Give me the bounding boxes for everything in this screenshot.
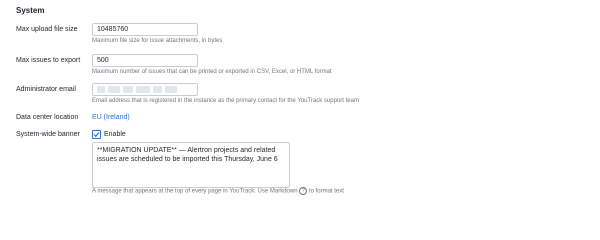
admin-email-input[interactable]	[92, 83, 198, 96]
banner-hint: A message that appears at the top of eve…	[92, 187, 344, 195]
admin-email-hint: Email address that is registered in the …	[92, 98, 359, 104]
banner-hint-suffix: to format text	[308, 188, 344, 195]
banner-textarea[interactable]: **MIGRATION UPDATE** — Alertron projects…	[92, 142, 290, 188]
data-center-link[interactable]: EU (Ireland)	[92, 114, 130, 121]
redacted-block	[97, 86, 105, 93]
banner-hint-text: A message that appears at the top of eve…	[92, 188, 298, 195]
redacted-block	[165, 86, 177, 93]
data-center-label: Data center location	[16, 114, 79, 121]
redacted-block	[136, 86, 150, 93]
upload-size-label: Max upload file size	[16, 26, 78, 33]
redacted-block	[153, 86, 162, 93]
question-circle-icon[interactable]: ?	[299, 187, 308, 195]
upload-size-input[interactable]: 10485760	[92, 23, 198, 36]
export-limit-input[interactable]: 500	[92, 54, 198, 67]
redacted-block	[123, 86, 133, 93]
upload-size-hint: Maximum file size for issue attachments,…	[92, 38, 223, 44]
banner-enable-row[interactable]: Enable	[92, 130, 126, 139]
checkmark-icon	[93, 132, 100, 138]
redacted-block	[108, 86, 120, 93]
banner-enable-label: Enable	[104, 131, 126, 138]
section-title: System	[16, 6, 45, 15]
banner-label: System-wide banner	[16, 131, 80, 138]
export-limit-hint: Maximum number of issues that can be pri…	[92, 69, 332, 75]
banner-enable-checkbox[interactable]	[92, 130, 101, 139]
export-limit-label: Max issues to export	[16, 57, 81, 64]
admin-email-label: Administrator email	[16, 86, 76, 93]
